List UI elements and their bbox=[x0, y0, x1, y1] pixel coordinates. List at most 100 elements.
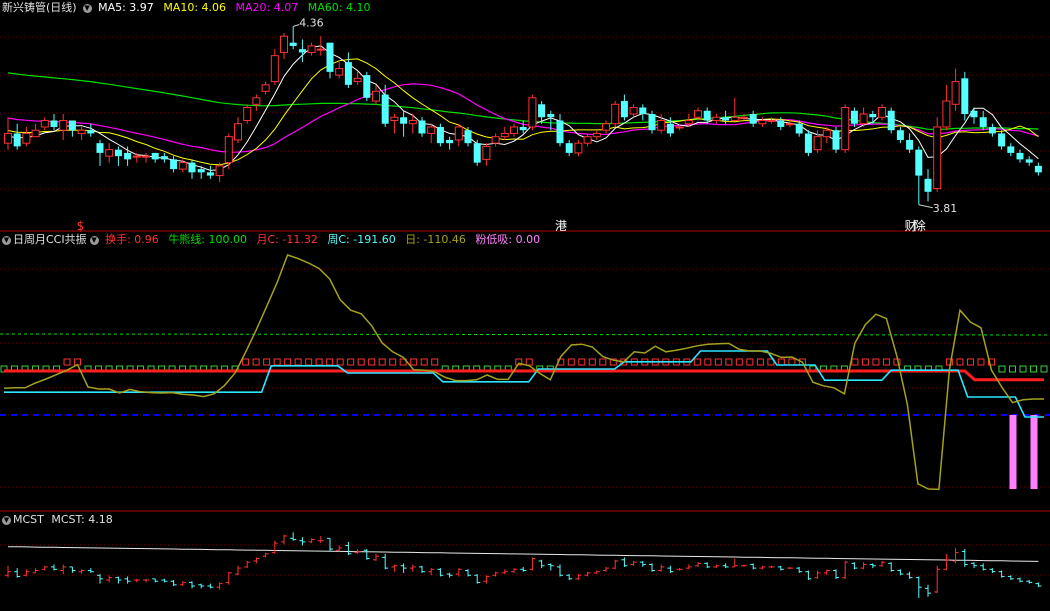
candle bbox=[13, 123, 21, 150]
candle bbox=[261, 81, 270, 95]
cci-square-marker bbox=[735, 358, 743, 366]
candle-body bbox=[427, 126, 436, 134]
cci-title: 日周月CCI共振 bbox=[13, 233, 87, 246]
candle bbox=[427, 123, 436, 144]
candle-body bbox=[924, 178, 932, 192]
cci-square-marker bbox=[336, 358, 344, 366]
cci-square-marker bbox=[63, 358, 71, 366]
settings-icon[interactable]: ▼ bbox=[89, 236, 99, 245]
fen-label: 粉低吸: 0.00 bbox=[475, 233, 541, 246]
candle-body bbox=[611, 103, 620, 125]
candle-body bbox=[390, 116, 399, 121]
mini-bar bbox=[639, 560, 646, 567]
mini-bar bbox=[363, 549, 370, 560]
mini-bar bbox=[952, 547, 959, 564]
mini-bar bbox=[216, 582, 223, 590]
mini-bar bbox=[1007, 575, 1014, 581]
price-panel-header: 新兴铸管(日线) ▼ MA5: 3.97 MA10: 4.06 MA20: 4.0… bbox=[2, 1, 376, 15]
mini-bar bbox=[584, 571, 591, 577]
ma60-label: MA60: 4.10 bbox=[307, 1, 371, 14]
candle-body bbox=[270, 55, 279, 83]
candle-body bbox=[500, 132, 509, 138]
candle-body bbox=[298, 49, 306, 53]
cci-square-marker bbox=[704, 358, 712, 366]
candle-body bbox=[363, 75, 371, 98]
candle-body bbox=[1016, 152, 1024, 160]
candle-body bbox=[998, 133, 1006, 147]
stock-chart[interactable]: 4.363.81$ 港财除 bbox=[0, 0, 1050, 611]
mini-bar bbox=[317, 535, 324, 544]
mini-bar bbox=[400, 563, 407, 573]
cci-square-marker bbox=[431, 358, 439, 366]
mini-bar bbox=[676, 568, 683, 571]
mini-bar bbox=[547, 563, 554, 571]
mini-bar bbox=[612, 559, 619, 570]
cci-square-marker bbox=[693, 358, 701, 366]
candle bbox=[68, 120, 76, 137]
yue-c-label: 月C: -11.32 bbox=[256, 233, 318, 246]
candle bbox=[832, 126, 840, 153]
mcst-value-label: MCST: 4.18 bbox=[51, 513, 113, 526]
candle-body bbox=[224, 136, 233, 164]
candle bbox=[40, 117, 49, 131]
candle-body bbox=[887, 110, 895, 131]
candle bbox=[592, 130, 601, 140]
mini-bar bbox=[308, 538, 315, 544]
candle bbox=[446, 136, 454, 150]
mcst-title: MCST bbox=[13, 513, 44, 526]
candle bbox=[970, 107, 978, 124]
mini-bar bbox=[566, 574, 573, 581]
candle bbox=[234, 117, 242, 144]
candle bbox=[464, 126, 472, 147]
candle bbox=[335, 62, 344, 79]
mini-bar bbox=[474, 574, 481, 584]
candle bbox=[436, 123, 444, 147]
dropdown-icon[interactable]: ▼ bbox=[2, 236, 11, 245]
cci-square-marker bbox=[294, 358, 302, 366]
candle bbox=[188, 159, 196, 179]
dropdown-icon[interactable]: ▼ bbox=[2, 516, 11, 525]
candle bbox=[96, 139, 104, 166]
candle bbox=[307, 42, 316, 56]
candle-body bbox=[961, 78, 969, 114]
candle-body bbox=[684, 119, 693, 125]
mini-bar bbox=[189, 581, 195, 589]
mini-bar bbox=[87, 568, 94, 573]
candle-body bbox=[556, 120, 564, 144]
candle bbox=[215, 162, 224, 183]
mcst-panel-header: ▼ MCST MCST: 4.18 bbox=[2, 513, 119, 527]
mini-bar bbox=[777, 565, 784, 571]
dropdown-icon[interactable]: ▼ bbox=[82, 4, 92, 13]
candle-body bbox=[675, 126, 684, 129]
cci-square-marker bbox=[788, 358, 796, 366]
candle bbox=[602, 120, 610, 134]
candle-body bbox=[850, 110, 858, 124]
mini-bar bbox=[823, 569, 830, 576]
mini-bar bbox=[391, 564, 398, 572]
mini-bar bbox=[557, 564, 563, 577]
mini-bar bbox=[14, 568, 21, 578]
mini-bar bbox=[888, 562, 895, 572]
mini-bar bbox=[115, 576, 122, 584]
cci-square-marker bbox=[315, 358, 323, 366]
cci-square-marker bbox=[588, 358, 596, 366]
mini-bar bbox=[409, 564, 416, 572]
candle bbox=[924, 169, 932, 202]
mini-bar bbox=[133, 578, 140, 583]
mini-bar bbox=[980, 563, 987, 571]
mini-bar bbox=[750, 563, 757, 570]
cci-square-marker bbox=[956, 358, 964, 366]
candle-body bbox=[197, 169, 205, 173]
mini-bar bbox=[1035, 582, 1042, 588]
mini-bar bbox=[428, 568, 435, 576]
candle bbox=[473, 139, 481, 166]
candle-body bbox=[160, 156, 168, 160]
candle-body bbox=[951, 81, 960, 105]
candle-body bbox=[694, 110, 702, 118]
candle bbox=[59, 114, 68, 140]
cci-month-line bbox=[4, 369, 1044, 382]
candle-body bbox=[142, 155, 150, 158]
mini-bar bbox=[879, 560, 885, 567]
mini-bar bbox=[32, 568, 39, 574]
candle bbox=[50, 114, 58, 131]
